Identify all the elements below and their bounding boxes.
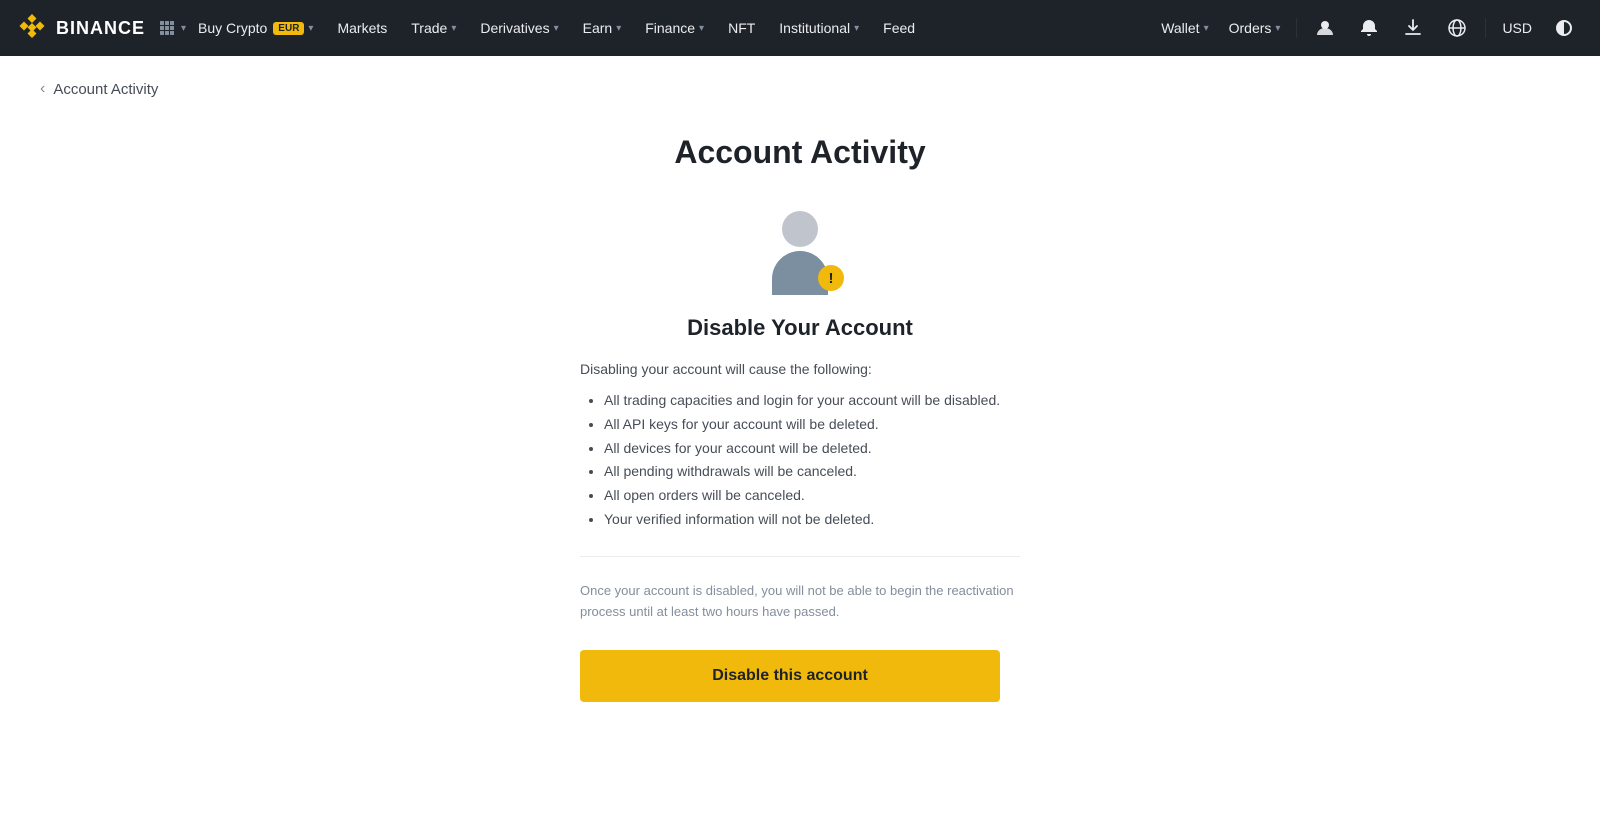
breadcrumb-bar: ‹ Account Activity bbox=[0, 56, 1600, 114]
nav-wallet-chevron: ▾ bbox=[1204, 23, 1209, 34]
logo[interactable]: BINANCE bbox=[16, 12, 145, 44]
nav-institutional-chevron: ▾ bbox=[854, 23, 859, 34]
nav-wallet-label: Wallet bbox=[1161, 20, 1199, 36]
nav-right: Wallet ▾ Orders ▾ bbox=[1153, 0, 1584, 56]
nav-trade-chevron: ▾ bbox=[451, 23, 456, 34]
nav-earn-label: Earn bbox=[583, 20, 613, 36]
main-content: Account Activity ! Disable Your Account … bbox=[420, 114, 1180, 762]
globe-icon-button[interactable] bbox=[1437, 0, 1477, 56]
nav-trade-label: Trade bbox=[411, 20, 447, 36]
nav-wallet[interactable]: Wallet ▾ bbox=[1153, 0, 1216, 56]
effect-item-6: Your verified information will not be de… bbox=[604, 508, 1020, 532]
nav-orders[interactable]: Orders ▾ bbox=[1221, 0, 1289, 56]
disable-section-title: Disable Your Account bbox=[580, 315, 1020, 341]
section-divider bbox=[580, 556, 1020, 557]
disable-account-button[interactable]: Disable this account bbox=[580, 650, 1000, 702]
nav-nft[interactable]: NFT bbox=[716, 0, 767, 56]
disable-account-icon: ! bbox=[760, 211, 840, 291]
warning-badge-icon: ! bbox=[818, 265, 844, 291]
effects-list: All trading capacities and login for you… bbox=[580, 389, 1020, 532]
nav-buy-crypto[interactable]: Buy Crypto EUR ▾ bbox=[186, 0, 325, 56]
reactivation-note: Once your account is disabled, you will … bbox=[580, 581, 1020, 623]
effects-intro-text: Disabling your account will cause the fo… bbox=[580, 361, 1020, 377]
effect-item-3: All devices for your account will be del… bbox=[604, 437, 1020, 461]
nav-markets-label: Markets bbox=[337, 20, 387, 36]
user-head-icon bbox=[782, 211, 818, 247]
effect-item-1: All trading capacities and login for you… bbox=[604, 389, 1020, 413]
nav-markets[interactable]: Markets bbox=[325, 0, 399, 56]
nav-currency-label: USD bbox=[1502, 20, 1532, 36]
nav-orders-chevron: ▾ bbox=[1275, 23, 1280, 34]
nav-institutional[interactable]: Institutional ▾ bbox=[767, 0, 871, 56]
nav-derivatives-label: Derivatives bbox=[480, 20, 549, 36]
logo-text: BINANCE bbox=[56, 18, 145, 39]
nav-buy-crypto-chevron: ▾ bbox=[308, 23, 313, 34]
download-icon-button[interactable] bbox=[1393, 0, 1433, 56]
nav-derivatives-chevron: ▾ bbox=[554, 23, 559, 34]
nav-finance[interactable]: Finance ▾ bbox=[633, 0, 716, 56]
effect-item-4: All pending withdrawals will be canceled… bbox=[604, 460, 1020, 484]
nav-finance-chevron: ▾ bbox=[699, 23, 704, 34]
nav-earn-chevron: ▾ bbox=[616, 23, 621, 34]
nav-nft-label: NFT bbox=[728, 20, 755, 36]
effect-item-5: All open orders will be canceled. bbox=[604, 484, 1020, 508]
profile-icon-button[interactable] bbox=[1305, 0, 1345, 56]
nav-feed[interactable]: Feed bbox=[871, 0, 927, 56]
content-block: Disable Your Account Disabling your acco… bbox=[580, 315, 1020, 702]
breadcrumb-back-button[interactable]: ‹ bbox=[40, 80, 45, 98]
nav-feed-label: Feed bbox=[883, 20, 915, 36]
nav-divider-2 bbox=[1485, 18, 1486, 38]
nav-orders-label: Orders bbox=[1229, 20, 1272, 36]
nav-currency[interactable]: USD bbox=[1494, 0, 1540, 56]
notifications-icon-button[interactable] bbox=[1349, 0, 1389, 56]
nav-divider-1 bbox=[1296, 18, 1297, 38]
nav-institutional-label: Institutional bbox=[779, 20, 850, 36]
breadcrumb-title: Account Activity bbox=[53, 81, 158, 98]
page-title: Account Activity bbox=[674, 134, 925, 171]
nav-derivatives[interactable]: Derivatives ▾ bbox=[468, 0, 570, 56]
theme-toggle-button[interactable] bbox=[1544, 0, 1584, 56]
nav-buy-crypto-label: Buy Crypto bbox=[198, 20, 267, 36]
nav-earn[interactable]: Earn ▾ bbox=[571, 0, 634, 56]
nav-trade[interactable]: Trade ▾ bbox=[399, 0, 468, 56]
effect-item-2: All API keys for your account will be de… bbox=[604, 413, 1020, 437]
nav-items: Buy Crypto EUR ▾ Markets Trade ▾ Derivat… bbox=[186, 0, 1153, 56]
grid-menu-button[interactable] bbox=[153, 16, 181, 40]
nav-buy-crypto-badge: EUR bbox=[273, 22, 304, 35]
nav-finance-label: Finance bbox=[645, 20, 695, 36]
navbar: BINANCE ▾ Buy Crypto EUR ▾ Markets Trade… bbox=[0, 0, 1600, 56]
